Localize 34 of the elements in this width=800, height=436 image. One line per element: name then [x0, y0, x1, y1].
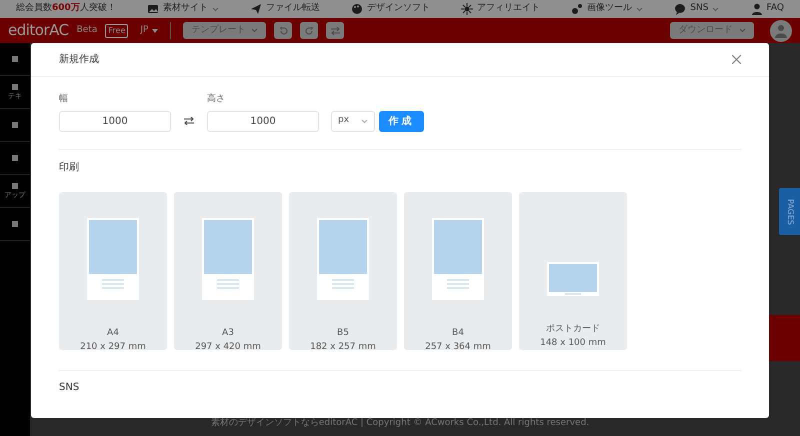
nav-link[interactable]: SNS: [690, 2, 708, 16]
preset-name: B4: [451, 326, 465, 340]
member-count-notice: 総会員数600万人突破！: [16, 2, 116, 16]
nav-link[interactable]: FAQ: [766, 2, 784, 16]
nav-link[interactable]: デザインソフト: [367, 2, 430, 16]
preset-card[interactable]: ポストカード 148 x 100 mm: [519, 192, 627, 350]
preset-size: 148 x 100 mm: [540, 336, 606, 350]
nav-link[interactable]: 素材サイト: [162, 2, 208, 16]
section-title: SNS: [59, 380, 80, 394]
preset-card[interactable]: B5 182 x 257 mm: [289, 192, 397, 350]
height-label: 高さ: [207, 93, 226, 106]
input-field[interactable]: 1000: [59, 110, 171, 132]
beta-label: Beta: [76, 24, 98, 37]
preset-name: A4: [106, 326, 120, 340]
copyright-text: 素材のデザインソフトならeditorAC | Copyright © ACworks Co.,Ltd. All rights reserved.: [210, 417, 590, 430]
preset-name: B5: [336, 326, 350, 340]
section-title: 印刷: [59, 160, 80, 174]
width-label: 幅: [59, 93, 69, 106]
input-field[interactable]: 1000: [207, 110, 319, 132]
free-tag: Free: [105, 24, 128, 38]
preset-card[interactable]: A3 297 x 420 mm: [174, 192, 282, 350]
preset-name: ポストカード: [545, 322, 601, 336]
preset-card[interactable]: A4 210 x 297 mm: [59, 192, 167, 350]
language-dropdown[interactable]: JP: [140, 24, 158, 38]
nav-link[interactable]: ファイル転送: [266, 2, 320, 16]
logo[interactable]: editorAC: [8, 19, 69, 42]
preset-name: A3: [221, 326, 235, 340]
nav-link[interactable]: アフィリエイト: [477, 2, 540, 16]
create-button[interactable]: 作成: [379, 110, 424, 132]
preset-card[interactable]: B4 257 x 364 mm: [404, 192, 512, 350]
dialog-title: 新規作成: [59, 52, 99, 67]
nav-link[interactable]: 画像ツール: [587, 2, 632, 16]
pages-tab[interactable]: PAGES: [779, 188, 800, 235]
unit-select[interactable]: px: [331, 110, 375, 132]
